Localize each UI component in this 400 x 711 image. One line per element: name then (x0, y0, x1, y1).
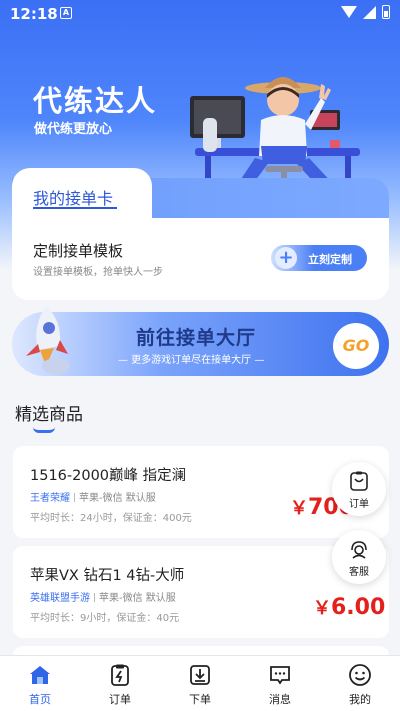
price-value: 6.00 (331, 595, 386, 620)
product-game: 英雄联盟手游 (30, 593, 90, 604)
floating-order-label: 订单 (349, 499, 369, 510)
customize-now-label: 立刻定制 (308, 253, 352, 266)
signal-icon (363, 5, 376, 19)
product-tags: 英雄联盟手游 苹果-微信 默认服 (30, 589, 176, 604)
template-description: 设置接单模板，抢单快人一步 (33, 267, 163, 278)
price-currency: ￥ (290, 498, 308, 519)
tab-orders[interactable]: 订单 (80, 656, 160, 711)
floating-service-label: 客服 (349, 567, 369, 578)
smile-icon (349, 664, 371, 686)
system-icons (341, 5, 390, 19)
notification-icon: A (60, 7, 72, 19)
tab-profile-label: 我的 (349, 693, 371, 706)
customer-service-icon (351, 541, 367, 559)
hero-title: 代练达人 (33, 84, 158, 118)
message-icon (270, 666, 290, 685)
product-platform: 苹果-微信 默认服 (79, 493, 156, 504)
tag-divider (74, 493, 75, 502)
product-meta: 平均时长：24小时，保证金：400元 (30, 513, 192, 524)
status-time: 12:18 (10, 5, 58, 23)
banner-title: 前往接单大厅 (136, 327, 257, 349)
product-title: 1516-2000巅峰 指定澜 (30, 468, 187, 484)
tab-place-order[interactable]: 下单 (160, 656, 240, 711)
product-price: ￥6.00 (313, 594, 385, 620)
product-title: 苹果VX 钻石1 4钻-大师 (30, 568, 185, 584)
bottom-tab-bar: 首页 订单 下单 消息 我的 (0, 655, 400, 711)
floating-service-button[interactable]: 客服 (332, 530, 386, 584)
tab-profile[interactable]: 我的 (320, 656, 400, 711)
product-game: 王者荣耀 (30, 493, 70, 504)
rocket-icon (26, 306, 70, 374)
section-title: 精选商品 (15, 405, 83, 425)
plus-icon: + (275, 247, 297, 269)
card-tab-underline (33, 207, 117, 209)
order-icon (350, 471, 368, 491)
product-platform: 苹果-微信 默认服 (99, 593, 176, 604)
product-tags: 王者荣耀 苹果-微信 默认服 (30, 489, 156, 504)
template-title: 定制接单模板 (33, 242, 124, 260)
customize-now-button[interactable]: + 立刻定制 (271, 245, 367, 271)
price-currency: ￥ (313, 598, 331, 619)
tag-divider (94, 593, 95, 602)
tab-place-order-label: 下单 (189, 693, 211, 706)
status-bar: 12:18 A (0, 0, 400, 28)
download-icon (190, 665, 210, 685)
tab-home[interactable]: 首页 (0, 656, 80, 711)
clipboard-icon (111, 664, 129, 686)
tab-orders-label: 订单 (109, 693, 131, 706)
card-tab-label: 我的接单卡 (33, 189, 114, 208)
product-meta: 平均时长：9小时，保证金：40元 (30, 613, 180, 624)
hero-subtitle: 做代练更放心 (34, 122, 113, 137)
floating-order-button[interactable]: 订单 (332, 462, 386, 516)
tab-messages[interactable]: 消息 (240, 656, 320, 711)
banner-subtitle: — 更多游戏订单尽在接单大厅 — (118, 355, 265, 366)
battery-icon (382, 5, 390, 19)
tab-home-label: 首页 (29, 693, 51, 706)
wifi-icon (341, 6, 357, 18)
home-icon (30, 666, 50, 684)
section-title-decoration (33, 427, 55, 433)
tab-messages-label: 消息 (269, 693, 291, 706)
go-button[interactable]: GO (333, 323, 379, 369)
